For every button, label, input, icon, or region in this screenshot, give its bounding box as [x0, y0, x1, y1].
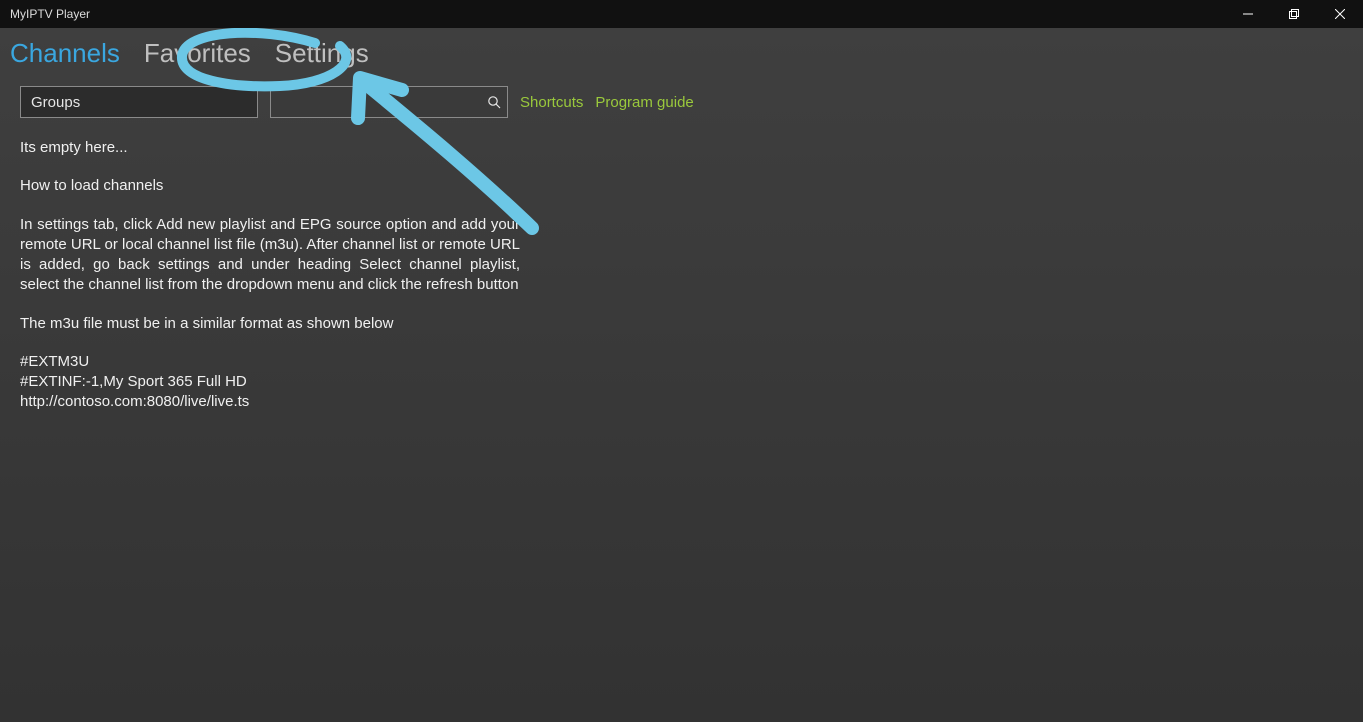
tab-channels[interactable]: Channels [10, 38, 120, 69]
main-tabs: Channels Favorites Settings [10, 38, 1353, 78]
m3u-note: The m3u file must be in a similar format… [20, 314, 520, 334]
controls-row: Groups Shortcuts Program guide [10, 86, 1353, 118]
groups-dropdown-label: Groups [31, 94, 80, 111]
minimize-icon [1243, 9, 1253, 19]
search-box[interactable] [270, 86, 508, 118]
window-controls [1225, 0, 1363, 28]
window-titlebar: MyIPTV Player [0, 0, 1363, 28]
empty-state-content: Its empty here... How to load channels I… [10, 118, 530, 413]
howto-body: In settings tab, click Add new playlist … [20, 215, 520, 296]
m3u-line-3: http://contoso.com:8080/live/live.ts [20, 392, 520, 412]
groups-dropdown[interactable]: Groups [20, 86, 258, 118]
m3u-line-2: #EXTINF:-1,My Sport 365 Full HD [20, 372, 520, 392]
m3u-line-1: #EXTM3U [20, 352, 520, 372]
empty-text: Its empty here... [20, 138, 520, 158]
link-shortcuts[interactable]: Shortcuts [520, 94, 583, 111]
howto-title: How to load channels [20, 176, 520, 196]
app-area: Channels Favorites Settings Groups Short… [0, 28, 1363, 722]
maximize-icon [1289, 9, 1299, 19]
window-title: MyIPTV Player [10, 7, 90, 21]
link-program-guide[interactable]: Program guide [595, 94, 693, 111]
window-close-button[interactable] [1317, 0, 1363, 28]
tab-settings[interactable]: Settings [275, 38, 369, 69]
window-maximize-button[interactable] [1271, 0, 1317, 28]
search-input[interactable] [281, 94, 480, 111]
window-minimize-button[interactable] [1225, 0, 1271, 28]
close-icon [1335, 9, 1345, 19]
search-icon[interactable] [486, 93, 501, 111]
tab-favorites[interactable]: Favorites [144, 38, 251, 69]
